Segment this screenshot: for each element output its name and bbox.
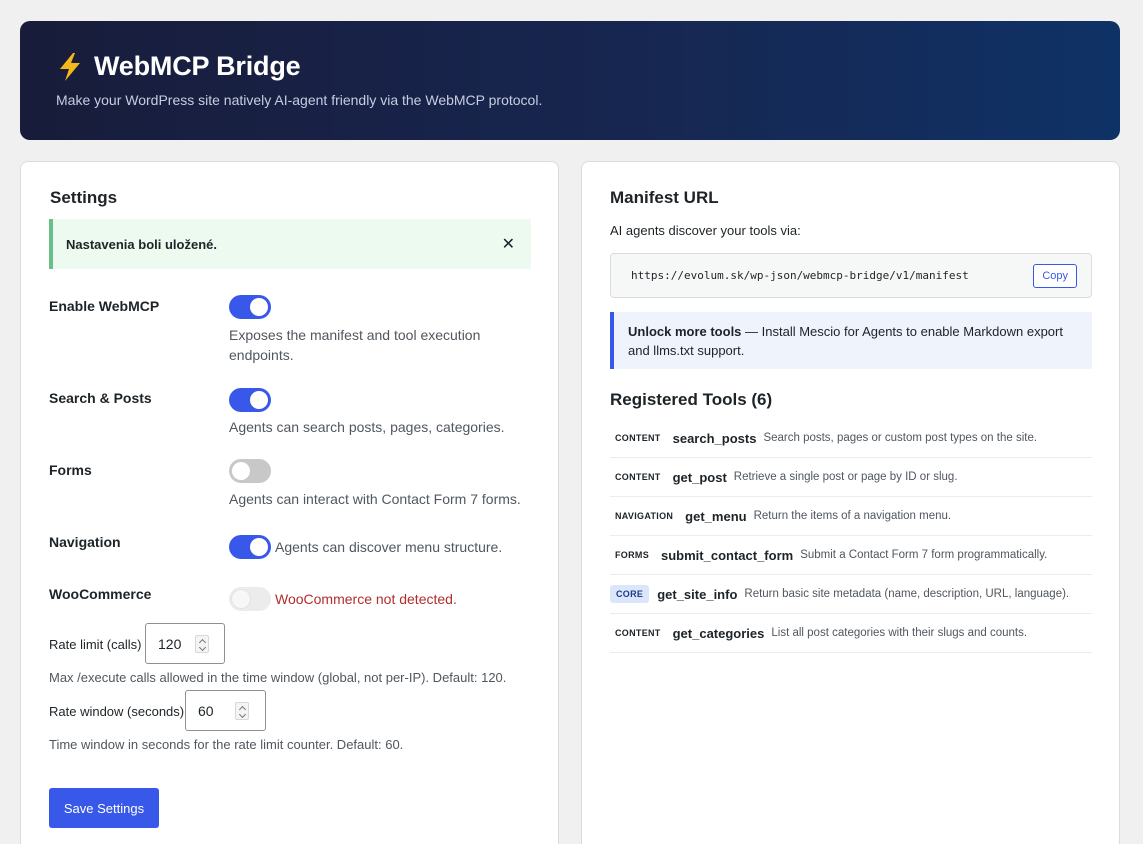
- navigation-description: Agents can discover menu structure.: [275, 539, 503, 555]
- manifest-card: Manifest URL AI agents discover your too…: [581, 161, 1120, 844]
- navigation-toggle[interactable]: [229, 535, 271, 559]
- tool-row: CONTENT search_posts Search posts, pages…: [610, 419, 1092, 458]
- manifest-url[interactable]: https://evolum.sk/wp-json/webmcp-bridge/…: [631, 269, 969, 282]
- tool-row: NAVIGATION get_menu Return the items of …: [610, 497, 1092, 536]
- tool-category-badge: CONTENT: [615, 472, 661, 482]
- tool-row: FORMS submit_contact_form Submit a Conta…: [610, 536, 1092, 575]
- upsell-title: Unlock more tools: [628, 324, 742, 339]
- tool-description: Return the items of a navigation menu.: [753, 510, 952, 522]
- tool-name: get_categories: [672, 625, 765, 641]
- enable-webmcp-label: Enable WebMCP: [49, 298, 160, 314]
- tool-name: get_site_info: [657, 586, 738, 602]
- page-title: WebMCP Bridge: [56, 51, 1084, 82]
- woocommerce-toggle: [229, 587, 271, 611]
- toggle-knob: [250, 391, 268, 409]
- tool-name: search_posts: [672, 430, 757, 446]
- toggle-knob: [232, 462, 250, 480]
- tool-category-badge: CONTENT: [615, 628, 661, 638]
- manifest-url-box: https://evolum.sk/wp-json/webmcp-bridge/…: [610, 253, 1092, 298]
- tool-row: CONTENT get_post Retrieve a single post …: [610, 458, 1092, 497]
- save-settings-button[interactable]: Save Settings: [49, 788, 159, 828]
- tool-description: Submit a Contact Form 7 form programmati…: [800, 549, 1048, 561]
- manifest-intro: AI agents discover your tools via:: [610, 223, 801, 238]
- copy-url-button[interactable]: Copy: [1033, 264, 1077, 288]
- header-banner: WebMCP Bridge Make your WordPress site n…: [20, 21, 1120, 140]
- upsell-notice: Unlock more tools — Install Mescio for A…: [610, 312, 1092, 369]
- rate-limit-input[interactable]: [145, 623, 225, 664]
- close-icon[interactable]: ✕: [502, 234, 515, 254]
- success-notice-text: Nastavenia boli uložené.: [66, 236, 217, 252]
- enable-webmcp-toggle[interactable]: [229, 295, 271, 319]
- tool-category-badge: CONTENT: [615, 433, 661, 443]
- tool-name: get_menu: [685, 508, 747, 524]
- settings-title: Settings: [50, 188, 118, 207]
- registered-tools-title: Registered Tools (6): [610, 390, 773, 409]
- tool-row: CONTENT get_categories List all post cat…: [610, 614, 1092, 653]
- woocommerce-label: WooCommerce: [49, 586, 152, 602]
- success-notice: Nastavenia boli uložené. ✕: [49, 219, 531, 269]
- tools-list: CONTENT search_posts Search posts, pages…: [610, 419, 1092, 653]
- rate-limit-spinner-icon[interactable]: [195, 635, 209, 653]
- tool-category-badge: CORE: [610, 585, 650, 603]
- page-subtitle: Make your WordPress site natively AI-age…: [56, 92, 543, 108]
- settings-card: Settings Nastavenia boli uložené. ✕ Enab…: [20, 161, 559, 844]
- lightning-bolt-icon: [60, 52, 80, 81]
- search-posts-label: Search & Posts: [49, 390, 152, 406]
- forms-label: Forms: [49, 462, 92, 478]
- page-title-text: WebMCP Bridge: [94, 51, 301, 81]
- tool-description: Search posts, pages or custom post types…: [763, 432, 1038, 444]
- rate-window-help: Time window in seconds for the rate limi…: [49, 737, 404, 752]
- search-posts-description: Agents can search posts, pages, categori…: [229, 419, 505, 435]
- toggle-knob: [250, 538, 268, 556]
- tool-category-badge: FORMS: [615, 550, 649, 560]
- rate-window-label: Rate window (seconds): [49, 704, 185, 719]
- rate-limit-label: Rate limit (calls): [49, 637, 142, 652]
- tool-description: List all post categories with their slug…: [771, 627, 1028, 639]
- rate-window-spinner-icon[interactable]: [235, 702, 249, 720]
- rate-limit-help: Max /execute calls allowed in the time w…: [49, 670, 507, 685]
- toggle-knob: [232, 590, 250, 608]
- tool-description: Retrieve a single post or page by ID or …: [733, 471, 958, 483]
- enable-webmcp-description: Exposes the manifest and tool execution …: [229, 327, 481, 363]
- woocommerce-description: WooCommerce not detected.: [275, 591, 457, 607]
- tool-category-badge: NAVIGATION: [615, 511, 674, 521]
- toggle-knob: [250, 298, 268, 316]
- tool-name: get_post: [672, 469, 727, 485]
- forms-toggle[interactable]: [229, 459, 271, 483]
- tool-description: Return basic site metadata (name, descri…: [744, 588, 1070, 600]
- manifest-title: Manifest URL: [610, 188, 719, 207]
- navigation-label: Navigation: [49, 534, 121, 550]
- tool-row: CORE get_site_info Return basic site met…: [610, 575, 1092, 614]
- search-posts-toggle[interactable]: [229, 388, 271, 412]
- forms-description: Agents can interact with Contact Form 7 …: [229, 491, 521, 507]
- rate-window-input[interactable]: [185, 690, 266, 731]
- tool-name: submit_contact_form: [661, 547, 794, 563]
